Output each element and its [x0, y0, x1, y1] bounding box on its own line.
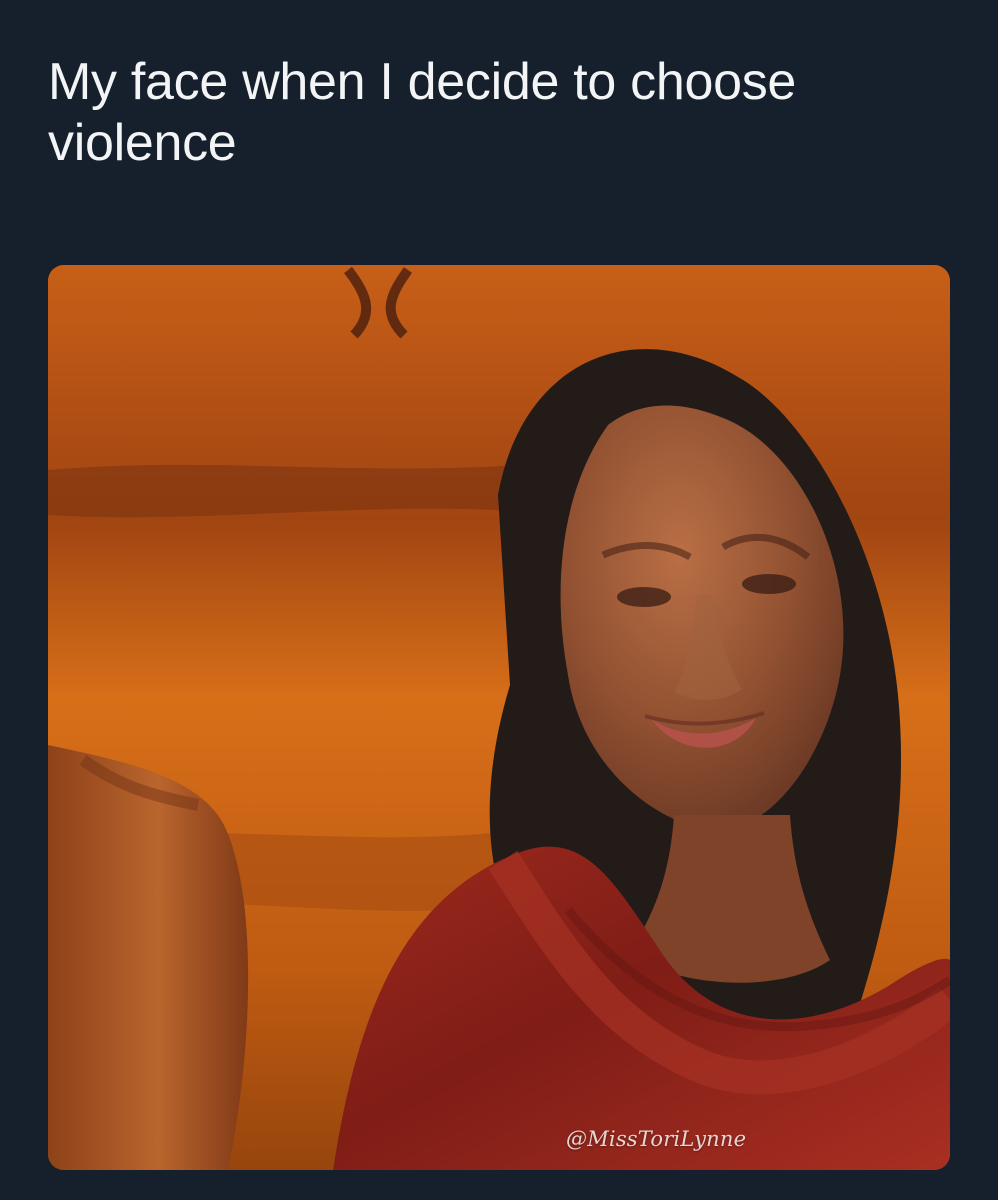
- photo-soft-filter: [48, 265, 950, 1170]
- watermark-text: @MissToriLynne: [566, 1127, 747, 1151]
- post-image[interactable]: @MissToriLynne: [48, 265, 950, 1170]
- meme-post: My face when I decide to choose violence: [0, 0, 998, 1200]
- post-caption: My face when I decide to choose violence: [48, 53, 797, 173]
- woman-smirking-photo: [48, 265, 950, 1170]
